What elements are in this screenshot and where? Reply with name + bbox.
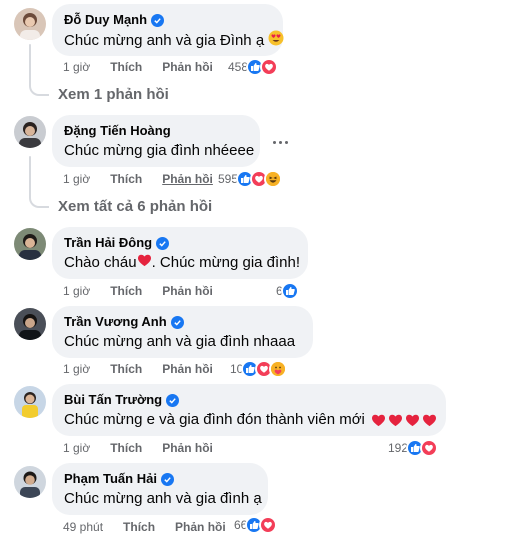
reply-button[interactable]: Phản hồi: [162, 284, 213, 298]
reply-button[interactable]: Phản hồi: [162, 172, 213, 186]
comment-text: Chúc mừng anh và gia đình nhaaa: [64, 333, 296, 350]
avatar[interactable]: [14, 116, 46, 148]
like-button[interactable]: Thích: [110, 60, 142, 74]
red-heart-emoji: [371, 413, 437, 427]
reply-button[interactable]: Phản hồi: [162, 362, 213, 376]
comment-bubble: Bùi Tấn Trường Chúc mừng e và gia đình đ…: [52, 384, 446, 436]
avatar[interactable]: [14, 228, 46, 260]
reaction-count: 192: [388, 441, 409, 455]
reaction-summary[interactable]: 595: [218, 170, 283, 188]
comment-meta: 1 giờ Thích Phản hồi: [63, 172, 213, 186]
like-button[interactable]: Thích: [110, 284, 142, 298]
comment-text: Chúc mừng gia đình nhéeee: [64, 142, 255, 159]
reaction-count: 458: [228, 60, 249, 74]
reaction-count: 595: [218, 172, 239, 186]
like-button[interactable]: Thích: [110, 172, 142, 186]
like-button[interactable]: Thích: [123, 520, 155, 534]
view-replies-link[interactable]: Xem tất cả 6 phản hồi: [58, 198, 212, 215]
reply-button[interactable]: Phản hồi: [162, 441, 213, 455]
comment-meta: 49 phút Thích Phản hồi: [63, 520, 226, 534]
comment-bubble: Trần Vương Anh Chúc mừng anh và gia đình…: [52, 306, 313, 358]
comment-meta: 1 giờ Thích Phản hồi: [63, 284, 213, 298]
comment-time[interactable]: 1 giờ: [63, 60, 90, 74]
comment-bubble: Đặng Tiến Hoàng Chúc mừng gia đình nhéee…: [52, 115, 260, 167]
love-reaction-icon: [259, 516, 278, 534]
reply-button[interactable]: Phản hồi: [162, 60, 213, 74]
avatar[interactable]: [14, 308, 46, 340]
view-replies-link[interactable]: Xem 1 phản hồi: [58, 86, 169, 103]
comment-text: Chúc mừng anh và gia đình ạ: [64, 490, 262, 507]
comment-text: Chúc mừng anh và gia Đình ạ: [64, 32, 265, 49]
comment-time[interactable]: 1 giờ: [63, 441, 90, 455]
reaction-summary[interactable]: 66: [234, 516, 278, 534]
comment-text: Chào cháu: [64, 254, 137, 271]
thread-line: [29, 156, 31, 194]
comment-time[interactable]: 1 giờ: [63, 172, 90, 186]
comment-time[interactable]: 49 phút: [63, 520, 103, 534]
like-button[interactable]: Thích: [110, 441, 142, 455]
reaction-summary[interactable]: 10: [230, 360, 288, 378]
comment-meta: 1 giờ Thích Phản hồi: [63, 441, 213, 455]
comment-bubble: Đỗ Duy Mạnh Chúc mừng anh và gia Đình ạ: [52, 4, 284, 56]
heart-eyes-emoji: [268, 30, 284, 52]
like-button[interactable]: Thích: [110, 362, 142, 376]
reaction-summary[interactable]: 192: [388, 439, 439, 457]
comment-text: Chúc mừng e và gia đình đón thành viên m…: [64, 411, 365, 428]
more-options-icon[interactable]: [266, 128, 294, 156]
avatar[interactable]: [14, 466, 46, 498]
comment-text: . Chúc mừng gia đình!: [151, 254, 301, 271]
haha-reaction-icon: [264, 170, 283, 188]
commenter-name[interactable]: Bùi Tấn Trường: [64, 392, 162, 408]
red-heart-emoji: [137, 253, 152, 273]
love-reaction-icon: [260, 58, 279, 76]
comment-time[interactable]: 1 giờ: [63, 362, 90, 376]
comment-bubble: Phạm Tuấn Hải Chúc mừng anh và gia đình …: [52, 463, 268, 515]
like-reaction-icon: [280, 282, 299, 300]
love-reaction-icon: [420, 439, 439, 457]
verified-badge-icon: [156, 236, 170, 250]
thread-connector: [29, 80, 49, 96]
verified-badge-icon: [151, 13, 165, 27]
reaction-summary[interactable]: 6: [276, 282, 299, 300]
comment-bubble: Trần Hải Đông Chào cháu . Chúc mừng gia …: [52, 227, 308, 279]
verified-badge-icon: [160, 472, 174, 486]
commenter-name[interactable]: Trần Hải Đông: [64, 235, 152, 251]
avatar[interactable]: [14, 386, 46, 418]
comment-time[interactable]: 1 giờ: [63, 284, 90, 298]
commenter-name[interactable]: Đỗ Duy Mạnh: [64, 12, 147, 28]
commenter-name[interactable]: Đặng Tiến Hoàng: [64, 123, 171, 139]
thread-line: [29, 44, 31, 82]
verified-badge-icon: [170, 315, 184, 329]
commenter-name[interactable]: Phạm Tuấn Hải: [64, 471, 157, 487]
reaction-summary[interactable]: 458: [228, 58, 279, 76]
verified-badge-icon: [166, 393, 180, 407]
care-reaction-icon: [269, 360, 288, 378]
reply-button[interactable]: Phản hồi: [175, 520, 226, 534]
avatar[interactable]: [14, 8, 46, 40]
commenter-name[interactable]: Trần Vương Anh: [64, 314, 167, 330]
thread-connector: [29, 192, 49, 208]
comment-meta: 1 giờ Thích Phản hồi: [63, 362, 213, 376]
comment-meta: 1 giờ Thích Phản hồi: [63, 60, 213, 74]
